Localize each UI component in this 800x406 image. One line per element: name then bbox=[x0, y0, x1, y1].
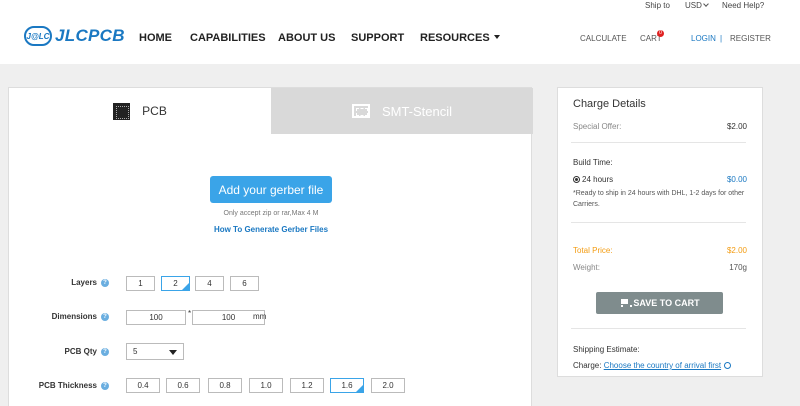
thickness-label: PCB Thickness? bbox=[9, 381, 109, 390]
currency-label: USD bbox=[685, 1, 702, 10]
shipping-charge-row: Charge: Choose the country of arrival fi… bbox=[573, 361, 732, 370]
thickness-option-2-0[interactable]: 2.0 bbox=[371, 378, 405, 393]
build-price: $0.00 bbox=[726, 175, 747, 184]
special-offer-value: $2.00 bbox=[726, 122, 747, 131]
jlcpcb-logo[interactable]: J@LC JLCPCB bbox=[24, 24, 125, 48]
divider bbox=[571, 328, 746, 329]
nav-register[interactable]: REGISTER bbox=[730, 34, 771, 43]
build-option-label: 24 hours bbox=[582, 175, 614, 184]
layers-option-2[interactable]: 2 bbox=[161, 276, 190, 291]
charge-details-panel: Charge Details Special Offer: $2.00 Buil… bbox=[557, 87, 763, 377]
shipping-estimate-label: Shipping Estimate: bbox=[573, 345, 640, 354]
layers-label-text: Layers bbox=[71, 278, 97, 287]
nav-support[interactable]: SUPPORT bbox=[351, 32, 404, 44]
tab-pcb-label: PCB bbox=[142, 104, 167, 118]
cart-count-badge: 0 bbox=[657, 30, 664, 37]
choose-country-link[interactable]: Choose the country of arrival first bbox=[604, 361, 721, 370]
build-note: *Ready to ship in 24 hours with DHL, 1-2… bbox=[573, 190, 745, 208]
save-to-cart-button[interactable]: SAVE TO CART bbox=[596, 292, 723, 314]
total-price-value: $2.00 bbox=[726, 246, 747, 255]
main-nav: J@LC JLCPCB HOME CAPABILITIES ABOUT US S… bbox=[0, 12, 800, 64]
layers-option-4[interactable]: 4 bbox=[195, 276, 224, 291]
need-help-link[interactable]: Need Help? bbox=[722, 1, 764, 10]
thickness-option-1-0[interactable]: 1.0 bbox=[249, 378, 283, 393]
layers-option-1[interactable]: 1 bbox=[126, 276, 155, 291]
qty-label: PCB Qty? bbox=[9, 347, 109, 356]
nav-capabilities[interactable]: CAPABILITIES bbox=[190, 32, 266, 44]
location-icon[interactable] bbox=[724, 362, 732, 370]
stencil-icon bbox=[351, 104, 370, 118]
nav-resources[interactable]: RESOURCES bbox=[420, 32, 500, 44]
dimensions-label-text: Dimensions bbox=[51, 312, 97, 321]
tab-smt-label: SMT-Stencil bbox=[381, 103, 453, 119]
divider bbox=[571, 222, 746, 223]
shopping-cart-icon bbox=[619, 299, 633, 307]
build-option-24h[interactable]: 24 hours bbox=[573, 175, 613, 184]
chevron-down-icon bbox=[703, 1, 709, 7]
nav-resources-label: RESOURCES bbox=[420, 32, 490, 44]
gerber-help-link[interactable]: How To Generate Gerber Files bbox=[161, 225, 381, 234]
width-input[interactable]: 100 bbox=[126, 310, 186, 325]
utility-bar: Ship to USD Need Help? bbox=[0, 0, 800, 12]
total-price-label: Total Price: bbox=[573, 246, 613, 255]
logo-text: JLCPCB bbox=[55, 26, 125, 45]
nav-login[interactable]: LOGIN bbox=[691, 34, 716, 43]
charge-label: Charge: bbox=[573, 361, 602, 370]
nav-cart[interactable]: CART 0 bbox=[640, 30, 664, 43]
layers-option-6[interactable]: 6 bbox=[230, 276, 259, 291]
help-icon[interactable]: ? bbox=[101, 312, 109, 321]
radio-selected-icon bbox=[573, 176, 580, 184]
dimensions-label: Dimensions? bbox=[9, 312, 109, 321]
divider bbox=[571, 142, 746, 143]
dimension-separator: * bbox=[188, 309, 192, 318]
qty-label-text: PCB Qty bbox=[64, 347, 97, 356]
layers-label: Layers? bbox=[9, 278, 109, 287]
qty-value: 5 bbox=[133, 347, 138, 356]
nav-calculate[interactable]: CALCULATE bbox=[580, 34, 627, 43]
tab-smt-stencil[interactable]: SMT-Stencil bbox=[271, 88, 533, 134]
thickness-label-text: PCB Thickness bbox=[38, 381, 97, 390]
help-icon[interactable]: ? bbox=[101, 347, 109, 356]
help-icon[interactable]: ? bbox=[101, 381, 109, 390]
nav-separator: | bbox=[720, 34, 723, 43]
weight-label: Weight: bbox=[573, 263, 600, 272]
thickness-option-0-8[interactable]: 0.8 bbox=[208, 378, 242, 393]
pcb-icon bbox=[113, 102, 131, 120]
quote-form-panel: PCB SMT-Stencil Add your gerber file Onl… bbox=[8, 87, 533, 406]
dropdown-arrow-icon bbox=[169, 350, 177, 355]
thickness-option-1-2[interactable]: 1.2 bbox=[290, 378, 324, 393]
tab-pcb[interactable]: PCB bbox=[9, 88, 271, 134]
qty-select[interactable]: 5 bbox=[126, 343, 184, 360]
caret-down-icon bbox=[493, 35, 500, 39]
help-icon[interactable]: ? bbox=[101, 278, 109, 287]
thickness-option-1-6[interactable]: 1.6 bbox=[330, 378, 364, 393]
charge-details-title: Charge Details bbox=[573, 98, 646, 110]
thickness-option-0-6[interactable]: 0.6 bbox=[166, 378, 200, 393]
currency-selector[interactable]: USD bbox=[685, 1, 709, 10]
save-to-cart-label: SAVE TO CART bbox=[633, 298, 700, 308]
nav-home[interactable]: HOME bbox=[139, 32, 172, 44]
ship-to-link[interactable]: Ship to bbox=[645, 1, 670, 10]
add-gerber-button[interactable]: Add your gerber file bbox=[210, 176, 332, 203]
build-time-label: Build Time: bbox=[573, 158, 613, 167]
dimension-unit: mm bbox=[253, 312, 267, 321]
special-offer-label: Special Offer: bbox=[573, 122, 622, 131]
logo-badge: J@LC bbox=[24, 26, 52, 46]
weight-value: 170g bbox=[729, 263, 747, 272]
thickness-option-0-4[interactable]: 0.4 bbox=[126, 378, 160, 393]
nav-about-us[interactable]: ABOUT US bbox=[278, 32, 335, 44]
upload-note: Only accept zip or rar,Max 4 M bbox=[223, 210, 319, 217]
